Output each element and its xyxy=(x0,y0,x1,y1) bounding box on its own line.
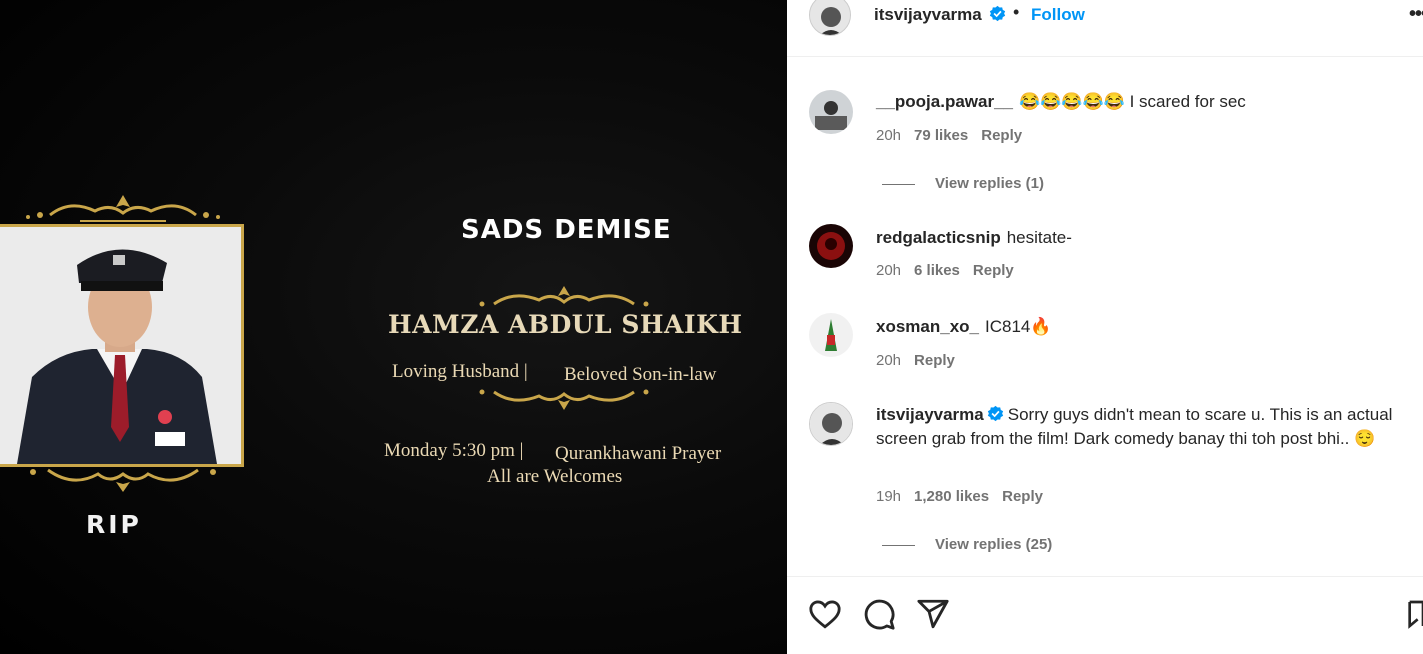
comment-meta: 20h Reply xyxy=(876,352,968,369)
verified-badge-icon xyxy=(990,5,1006,22)
comment-text: 😂😂😂😂😂 I scared for sec xyxy=(1019,92,1246,111)
reply-button[interactable]: Reply xyxy=(981,127,1022,144)
comment-body: __pooja.pawar__ 😂😂😂😂😂 I scared for sec xyxy=(876,90,1396,114)
gold-ornament-bottom-right xyxy=(479,389,649,410)
author-username-row: itsvijayvarma xyxy=(874,5,1006,25)
prayer-name-text: Qurankhawani Prayer xyxy=(555,443,722,464)
reply-button[interactable]: Reply xyxy=(1002,488,1043,505)
view-replies-label: View replies (25) xyxy=(935,536,1053,553)
view-replies-label: View replies (1) xyxy=(935,175,1044,192)
header-separator: • xyxy=(1013,2,1020,22)
comment-body: itsvijayvarma Sorry guys didn't mean to … xyxy=(876,403,1396,451)
portrait-photo xyxy=(0,224,244,467)
view-replies-button[interactable]: View replies (25) xyxy=(882,536,1052,553)
comment-likes[interactable]: 6 likes xyxy=(914,262,960,279)
like-icon[interactable] xyxy=(808,597,842,631)
welcome-text: All are Welcomes xyxy=(487,466,623,487)
author-username[interactable]: itsvijayvarma xyxy=(874,5,982,24)
comment-body: redgalacticsnip hesitate- xyxy=(876,226,1396,250)
demise-heading: SADS DEMISE xyxy=(461,215,672,245)
comment-icon[interactable] xyxy=(862,597,896,631)
save-icon[interactable] xyxy=(1407,597,1423,631)
gold-ornament-bottom-left xyxy=(30,465,216,492)
comment-meta: 19h 1,280 likes Reply xyxy=(876,488,1056,505)
commenter-avatar[interactable] xyxy=(809,90,853,134)
verified-badge-icon xyxy=(987,405,1003,422)
gold-ornament-top-left xyxy=(26,195,220,222)
follow-button[interactable]: Follow xyxy=(1031,5,1085,25)
rip-text: RIP xyxy=(86,510,142,539)
comment-time: 20h xyxy=(876,127,902,144)
comment-text: IC814🔥 xyxy=(985,317,1052,336)
comment-time: 20h xyxy=(876,352,902,369)
comment-time: 20h xyxy=(876,262,902,279)
comments-panel: itsvijayvarma • Follow ••• __pooja.pawar… xyxy=(787,0,1423,654)
deceased-name: HAMZA ABDUL SHAIKH xyxy=(388,310,743,339)
commenter-username[interactable]: xosman_xo_ xyxy=(876,317,979,336)
commenter-avatar[interactable] xyxy=(809,224,853,268)
son-in-law-text: Beloved Son-in-law xyxy=(564,364,717,385)
comment-text: hesitate- xyxy=(1006,228,1072,247)
reply-button[interactable]: Reply xyxy=(973,262,1014,279)
gold-ornament-top-right xyxy=(479,286,649,307)
commenter-avatar[interactable] xyxy=(809,313,853,357)
author-avatar[interactable] xyxy=(809,0,851,36)
comment-meta: 20h 6 likes Reply xyxy=(876,262,1027,279)
replies-divider xyxy=(882,544,915,546)
share-icon[interactable] xyxy=(916,597,950,631)
commenter-username[interactable]: itsvijayvarma xyxy=(876,405,984,424)
comment-body: xosman_xo_ IC814🔥 xyxy=(876,315,1396,339)
view-replies-button[interactable]: View replies (1) xyxy=(882,175,1044,192)
comment-likes[interactable]: 79 likes xyxy=(914,127,968,144)
post-header: itsvijayvarma • Follow ••• xyxy=(787,0,1423,57)
commenter-avatar[interactable] xyxy=(809,402,853,446)
reply-button[interactable]: Reply xyxy=(914,352,955,369)
comment-meta: 20h 79 likes Reply xyxy=(876,127,1035,144)
replies-divider xyxy=(882,183,915,185)
post-media[interactable]: RIP SADS DEMISE HAMZA ABDUL SHAIKH Lovin… xyxy=(0,0,787,654)
post-action-bar xyxy=(787,576,1423,654)
commenter-username[interactable]: __pooja.pawar__ xyxy=(876,92,1013,111)
prayer-time-text: Monday 5:30 pm | xyxy=(384,440,524,461)
loving-husband-text: Loving Husband | xyxy=(392,361,528,382)
comment-time: 19h xyxy=(876,488,902,505)
comment-likes[interactable]: 1,280 likes xyxy=(914,488,989,505)
commenter-username[interactable]: redgalacticsnip xyxy=(876,228,1001,247)
more-options-icon[interactable]: ••• xyxy=(1409,3,1423,26)
